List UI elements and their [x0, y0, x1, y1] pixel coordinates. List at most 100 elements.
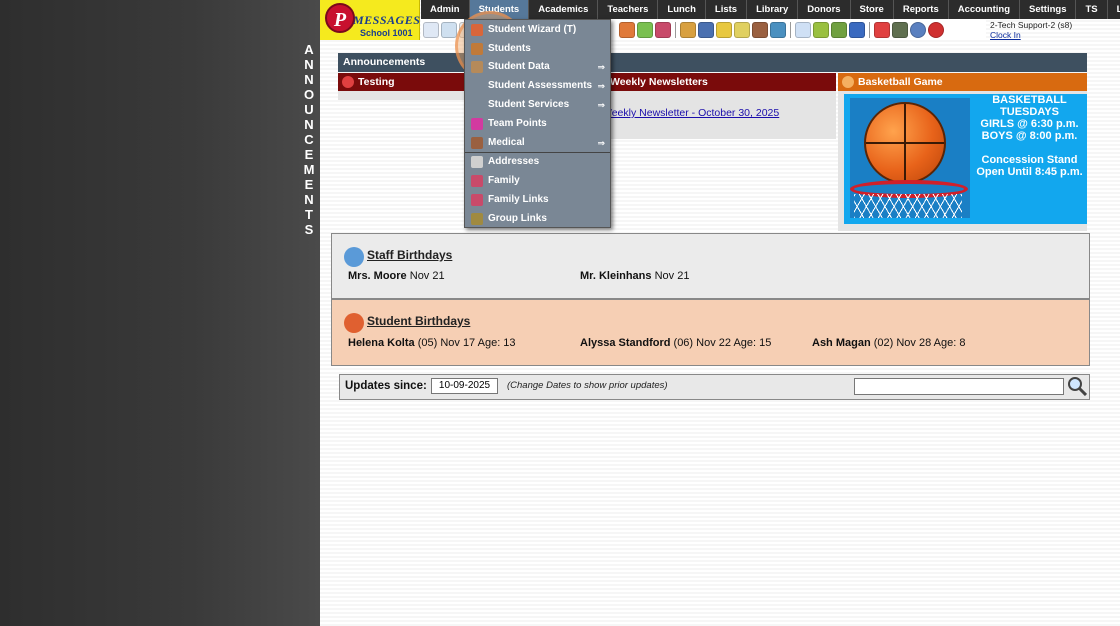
- nav-reports[interactable]: Reports: [894, 0, 949, 19]
- panel-testing-title: Testing: [358, 76, 395, 88]
- menu-item-group-links[interactable]: Group Links: [465, 210, 610, 228]
- panel-newsletters-title: Weekly Newsletters: [610, 76, 708, 88]
- vertical-title-letter: O: [303, 87, 315, 102]
- megaphone-icon[interactable]: [734, 21, 750, 38]
- menu-item-label: Addresses: [488, 156, 540, 167]
- nav-teachers[interactable]: Teachers: [598, 0, 659, 19]
- student-birthdays-title[interactable]: Student Birthdays: [367, 314, 470, 328]
- group-links-icon: [471, 212, 483, 225]
- table-icon[interactable]: [795, 21, 811, 38]
- student-wizard-icon: [471, 24, 483, 36]
- nav-library[interactable]: Library: [747, 0, 799, 19]
- nav-ts[interactable]: TS: [1076, 0, 1108, 19]
- register-icon[interactable]: [831, 21, 847, 38]
- menu-item-family-links[interactable]: Family Links: [465, 191, 610, 209]
- flyer-line: Open Until 8:45 p.m.: [976, 166, 1083, 178]
- calendar-icon[interactable]: [441, 21, 457, 38]
- submenu-arrow-icon: ⇒: [597, 100, 605, 110]
- vertical-title-letter: A: [304, 42, 314, 57]
- printer-icon[interactable]: [892, 21, 908, 38]
- newsletter-link[interactable]: Weekly Newsletter - October 30, 2025: [602, 107, 779, 119]
- menu-item-medical[interactable]: Medical ⇒: [465, 134, 610, 152]
- birthday-entry: Alyssa Standford (06) Nov 22 Age: 15: [580, 337, 771, 349]
- birthday-entry: Ash Magan (02) Nov 28 Age: 8: [812, 337, 965, 349]
- nav-donors[interactable]: Donors: [798, 0, 851, 19]
- menu-item-student-services[interactable]: Student Services ⇒: [465, 96, 610, 114]
- power-icon[interactable]: [928, 21, 944, 38]
- menu-item-label: Student Services: [488, 99, 570, 110]
- birthday-name: Alyssa Standford: [580, 337, 671, 349]
- nav-lists[interactable]: Lists: [706, 0, 748, 19]
- menu-item-label: Student Assessments: [488, 80, 593, 91]
- ap-icon[interactable]: [849, 21, 865, 38]
- basketball-ball: [864, 102, 946, 184]
- menu-item-student-wizard[interactable]: Student Wizard (T): [465, 21, 610, 39]
- search-input[interactable]: [854, 378, 1064, 395]
- student-birthdays-box: Student Birthdays Helena Kolta (05) Nov …: [331, 299, 1090, 366]
- vertical-title-letter: E: [304, 147, 314, 162]
- gear-icon[interactable]: [770, 21, 786, 38]
- nav-store[interactable]: Store: [851, 0, 894, 19]
- basketball-flyer: BASKETBALL TUESDAYS GIRLS @ 6:30 p.m. BO…: [844, 94, 1087, 224]
- left-background: [0, 0, 320, 626]
- announcements-header: Announcements: [338, 53, 1087, 72]
- family-icon: [471, 175, 483, 187]
- birthday-entry: Helena Kolta (05) Nov 17 Age: 13: [348, 337, 516, 349]
- student-data-icon: [471, 61, 483, 73]
- help-icon[interactable]: [910, 21, 926, 38]
- students-dropdown-menu: Student Wizard (T) Students Student Data ⇒ S…: [464, 19, 611, 228]
- user-icon[interactable]: [752, 21, 768, 38]
- panel-testing-body: [338, 91, 464, 100]
- search-icon[interactable]: [423, 21, 439, 38]
- cake-icon: [344, 313, 364, 333]
- pencil-icon[interactable]: [716, 21, 732, 38]
- flyer-line: TUESDAYS: [1000, 106, 1059, 118]
- logo[interactable]: P MESSAGES School 1001: [320, 0, 420, 40]
- birthday-detail: Nov 21: [409, 270, 445, 282]
- nav-settings[interactable]: Settings: [1020, 0, 1077, 19]
- vertical-title-letter: U: [304, 102, 314, 117]
- menu-item-student-assessments[interactable]: Student Assessments ⇒: [465, 77, 610, 95]
- family-icon[interactable]: [655, 21, 671, 38]
- menu-item-addresses[interactable]: Addresses: [465, 153, 610, 171]
- top-nav: Admin Students Academics Teachers Lunch …: [421, 0, 1120, 19]
- money-icon[interactable]: [637, 21, 653, 38]
- menu-item-label: Medical: [488, 136, 525, 148]
- updates-hint: (Change Dates to show prior updates): [507, 380, 668, 391]
- clock-in-link[interactable]: Clock In: [990, 30, 1072, 40]
- flyer-line: [972, 142, 1087, 154]
- nav-academics[interactable]: Academics: [529, 0, 599, 19]
- updates-date-field[interactable]: 10-09-2025: [431, 378, 498, 394]
- vertical-title-letter: N: [304, 117, 314, 132]
- menu-item-team-points[interactable]: Team Points: [465, 115, 610, 133]
- menu-item-students[interactable]: Students: [465, 40, 610, 58]
- nav-lunch[interactable]: Lunch: [658, 0, 706, 19]
- search-icon[interactable]: [1067, 376, 1087, 396]
- panel-testing-header: Testing: [338, 73, 464, 91]
- pdf-icon[interactable]: [874, 21, 890, 38]
- updates-label: Updates since:: [345, 380, 427, 392]
- barcode-icon[interactable]: [813, 21, 829, 38]
- menu-item-label: Students: [488, 42, 531, 54]
- nav-admin[interactable]: Admin: [421, 0, 470, 19]
- nav-accounting[interactable]: Accounting: [949, 0, 1020, 19]
- book-icon[interactable]: [698, 21, 714, 38]
- nav-logout[interactable]: Logout: [1108, 0, 1120, 19]
- staff-birthdays-title[interactable]: Staff Birthdays: [367, 248, 452, 262]
- main-page: P MESSAGES School 1001 Admin Students Ac…: [320, 0, 1120, 626]
- vertical-title-letter: S: [304, 222, 314, 237]
- logo-badge: P: [325, 3, 355, 33]
- menu-item-student-data[interactable]: Student Data ⇒: [465, 58, 610, 76]
- vertical-title-letter: M: [303, 162, 315, 177]
- submenu-arrow-icon: ⇒: [597, 62, 605, 72]
- addresses-icon: [471, 156, 483, 168]
- people-icon[interactable]: [619, 21, 635, 38]
- cake-icon: [344, 247, 364, 267]
- basketball-image: [850, 98, 970, 218]
- basketball-icon: [842, 76, 854, 88]
- staff-birthdays-box: Staff Birthdays Mrs. Moore Nov 21 Mr. Kl…: [331, 233, 1090, 299]
- birthday-detail: Nov 21: [654, 270, 690, 282]
- food-icon[interactable]: [680, 21, 696, 38]
- menu-item-family[interactable]: Family: [465, 172, 610, 190]
- basketball-net: [854, 194, 962, 218]
